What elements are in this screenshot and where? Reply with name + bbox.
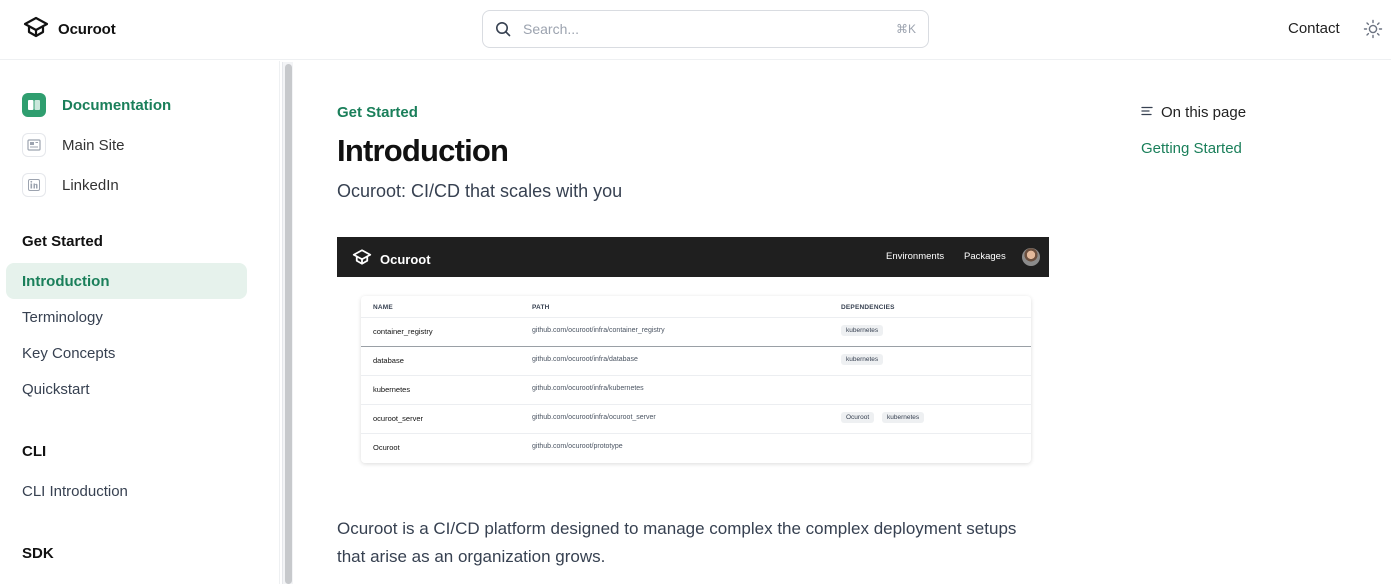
list-icon bbox=[1141, 104, 1153, 121]
avatar bbox=[1022, 248, 1040, 266]
row-name: kubernetes bbox=[373, 385, 411, 394]
brand-logo[interactable]: Ocuroot bbox=[22, 15, 116, 44]
search-placeholder: Search... bbox=[523, 21, 580, 37]
sidebar-anchor-main-site[interactable]: Main Site bbox=[22, 133, 125, 157]
sidebar-group-sdk: SDK bbox=[22, 545, 54, 562]
screenshot-brand: Ocuroot bbox=[380, 252, 431, 267]
toc-heading: On this page bbox=[1141, 104, 1246, 121]
row-name: ocuroot_server bbox=[373, 414, 424, 423]
screenshot-nav-packages: Packages bbox=[964, 251, 1006, 262]
dependency-badge: kubernetes bbox=[882, 412, 925, 423]
brand-name: Ocuroot bbox=[58, 20, 116, 38]
screenshot-packages-table: NAME PATH DEPENDENCIES container_registr… bbox=[361, 296, 1031, 463]
row-name: container_registry bbox=[373, 327, 433, 336]
scrollbar-thumb[interactable] bbox=[285, 64, 292, 584]
product-screenshot: Ocuroot Environments Packages NAME PATH … bbox=[337, 237, 1049, 478]
column-header-path: PATH bbox=[532, 304, 550, 311]
sidebar-anchor-documentation[interactable]: Documentation bbox=[22, 93, 171, 117]
ocuroot-logo-icon bbox=[22, 15, 50, 44]
sidebar-group-cli: CLI bbox=[22, 443, 47, 460]
sidebar-anchor-label: Documentation bbox=[62, 96, 172, 114]
screenshot-logo: Ocuroot bbox=[351, 248, 431, 271]
column-header-dependencies: DEPENDENCIES bbox=[841, 304, 895, 311]
dependency-badge: Ocuroot bbox=[841, 412, 875, 423]
sidebar-item-cli-introduction[interactable]: CLI Introduction bbox=[22, 483, 128, 500]
dependency-badge: kubernetes bbox=[841, 325, 884, 336]
section-eyebrow: Get Started bbox=[337, 104, 418, 121]
dependency-badge: kubernetes bbox=[841, 354, 884, 365]
row-path: github.com/ocuroot/infra/ocuroot_server bbox=[532, 414, 656, 421]
sidebar-item-introduction[interactable]: Introduction bbox=[6, 263, 247, 299]
newspaper-icon bbox=[22, 133, 46, 157]
sidebar-scrollbar[interactable] bbox=[282, 62, 293, 584]
column-header-name: NAME bbox=[373, 304, 393, 311]
table-row: Ocuroot github.com/ocuroot/prototype bbox=[361, 433, 1031, 462]
ocuroot-logo-icon bbox=[351, 248, 373, 271]
sidebar-item-quickstart[interactable]: Quickstart bbox=[22, 381, 90, 398]
row-name: database bbox=[373, 356, 404, 365]
page-subtitle: Ocuroot: CI/CD that scales with you bbox=[337, 181, 623, 201]
sidebar-item-terminology[interactable]: Terminology bbox=[22, 309, 103, 326]
sidebar-item-key-concepts[interactable]: Key Concepts bbox=[22, 345, 115, 362]
toc-link-getting-started[interactable]: Getting Started bbox=[1141, 140, 1242, 157]
toc-heading-label: On this page bbox=[1161, 104, 1247, 121]
row-path: github.com/ocuroot/prototype bbox=[532, 443, 623, 450]
table-row: kubernetes github.com/ocuroot/infra/kube… bbox=[361, 375, 1031, 404]
table-row: database github.com/ocuroot/infra/databa… bbox=[361, 346, 1031, 375]
row-name: Ocuroot bbox=[373, 443, 400, 452]
page-title: Introduction bbox=[337, 133, 509, 168]
book-icon bbox=[22, 93, 46, 117]
intro-paragraph: Ocuroot is a CI/CD platform designed to … bbox=[337, 519, 1017, 566]
search-icon bbox=[495, 20, 513, 38]
linkedin-icon bbox=[22, 173, 46, 197]
screenshot-navbar: Ocuroot Environments Packages bbox=[337, 237, 1049, 277]
row-path: github.com/ocuroot/infra/kubernetes bbox=[532, 385, 644, 392]
row-path: github.com/ocuroot/infra/container_regis… bbox=[532, 327, 665, 334]
sidebar-anchor-linkedin[interactable]: LinkedIn bbox=[22, 173, 119, 197]
row-path: github.com/ocuroot/infra/database bbox=[532, 356, 638, 363]
search-input[interactable]: Search... ⌘K bbox=[482, 10, 929, 48]
table-row: ocuroot_server github.com/ocuroot/infra/… bbox=[361, 404, 1031, 433]
sidebar-anchor-label: Main Site bbox=[62, 136, 125, 154]
screenshot-nav-environments: Environments bbox=[886, 251, 945, 262]
top-header: Ocuroot Search... ⌘K Contact bbox=[0, 0, 1391, 60]
table-row: container_registry github.com/ocuroot/in… bbox=[361, 317, 1031, 346]
search-shortcut: ⌘K bbox=[895, 22, 916, 36]
sidebar-anchor-label: LinkedIn bbox=[62, 176, 119, 194]
sun-icon[interactable] bbox=[1363, 19, 1383, 39]
contact-link[interactable]: Contact bbox=[1288, 20, 1340, 37]
sidebar-group-get-started: Get Started bbox=[22, 233, 103, 250]
